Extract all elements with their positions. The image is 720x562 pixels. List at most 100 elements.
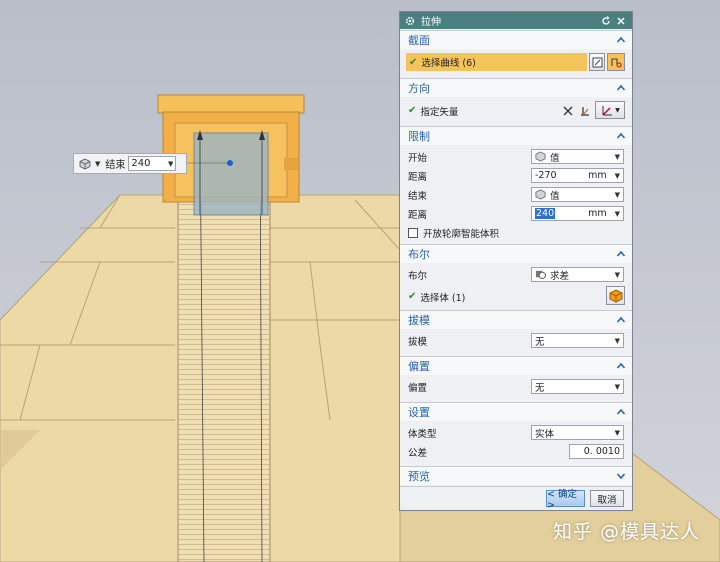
offset-select[interactable]: 无 ▼ [531, 379, 624, 394]
chevron-up-icon[interactable] [616, 249, 626, 259]
body-type-select[interactable]: 实体 ▼ [531, 425, 624, 440]
draft-header[interactable]: 拔模 [400, 310, 632, 329]
specify-vector-row[interactable]: ✔ 指定矢量 [408, 102, 626, 119]
chevron-down-icon: ▼ [614, 270, 620, 279]
distance2-input[interactable]: 240 mm ▼ [531, 206, 624, 221]
section-group: 截面 ✔ 选择曲线 (6) [400, 30, 632, 82]
cube-icon [535, 189, 546, 200]
boolean-value: 求差 [550, 270, 570, 282]
tolerance-value: 0. 0010 [583, 446, 620, 457]
start-select[interactable]: 值 ▼ [531, 149, 624, 164]
limits-title: 限制 [408, 130, 430, 143]
section-title: 截面 [408, 34, 430, 47]
chevron-down-icon: ▼ [614, 190, 620, 199]
subtract-icon [535, 270, 546, 280]
offset-title: 偏置 [408, 360, 430, 373]
curve-icon [611, 58, 622, 68]
check-icon: ✔ [408, 291, 417, 302]
direction-header[interactable]: 方向 [400, 78, 632, 97]
select-body-button[interactable] [606, 286, 625, 305]
chevron-up-icon[interactable] [616, 131, 626, 141]
boolean-title: 布尔 [408, 248, 430, 261]
distance2-unit: mm [588, 208, 607, 219]
check-icon: ✔ [408, 105, 417, 116]
chevron-up-icon[interactable] [616, 83, 626, 93]
preview-group: 预览 [400, 466, 632, 486]
float-value-field[interactable]: 240 ▼ [128, 156, 177, 171]
float-value: 240 [131, 158, 151, 169]
tolerance-input[interactable]: 0. 0010 [569, 444, 624, 459]
reverse-direction-button[interactable] [560, 102, 576, 119]
sketch-icon [592, 57, 602, 67]
offset-header[interactable]: 偏置 [400, 356, 632, 375]
chevron-down-icon: ▼ [614, 209, 620, 218]
section-header[interactable]: 截面 [400, 30, 632, 49]
settings-group: 设置 体类型 实体 ▼ 公差 0. 0010 [400, 402, 632, 464]
dialog-title: 拉伸 [421, 17, 441, 28]
end-value: 值 [550, 190, 560, 202]
cancel-button[interactable]: 取消 [590, 490, 624, 507]
preview-title: 预览 [408, 470, 430, 483]
limits-header[interactable]: 限制 [400, 126, 632, 145]
chevron-down-icon: ▼ [615, 106, 620, 114]
distance1-unit: mm [588, 170, 607, 181]
direction-title: 方向 [408, 82, 430, 95]
curve-button[interactable] [607, 53, 625, 71]
open-profile-checkbox[interactable] [408, 227, 418, 238]
dialog-titlebar[interactable]: 拉伸 [400, 12, 632, 29]
settings-title: 设置 [408, 406, 430, 419]
select-body-row[interactable]: ✔ 选择体 (1) [408, 288, 626, 305]
chevron-down-icon[interactable]: ▼ [168, 160, 173, 168]
boolean-group: 布尔 布尔 求差 ▼ ✔ 选择体 (1) [400, 244, 632, 314]
vector-icon [581, 106, 589, 116]
distance1-value: -270 [535, 170, 557, 181]
solid-body-icon [609, 288, 622, 303]
preview-header[interactable]: 预览 [400, 466, 632, 485]
offset-value: 无 [535, 382, 545, 394]
chevron-down-icon[interactable]: ▼ [95, 160, 100, 168]
gear-icon [405, 16, 415, 26]
end-distance-handle-input[interactable]: ▼ 结束 240 ▼ [73, 153, 187, 174]
cube-icon[interactable] [78, 157, 92, 171]
close-icon[interactable] [615, 15, 627, 27]
extrude-dialog: 拉伸 截面 ✔ 选择曲线 (6) 方向 ✔ 指定矢量 ▼ 限制 开始 值 ▼ 距… [399, 11, 633, 511]
chevron-up-icon[interactable] [616, 35, 626, 45]
draft-title: 拔模 [408, 314, 430, 327]
ok-button[interactable]: < 确定 > [546, 489, 585, 511]
chevron-down-icon: ▼ [614, 428, 620, 437]
start-value: 值 [550, 152, 560, 164]
body-type-value: 实体 [535, 428, 555, 440]
watermark: 知乎 @模具达人 [552, 521, 700, 543]
settings-header[interactable]: 设置 [400, 402, 632, 421]
chevron-up-icon[interactable] [616, 407, 626, 417]
limits-group: 限制 开始 值 ▼ 距离 -270 mm ▼ 结束 值 ▼ 距离 240 mm … [400, 126, 632, 250]
axis-vector-icon [602, 106, 613, 116]
sketch-section-button[interactable] [589, 53, 605, 71]
distance1-input[interactable]: -270 mm ▼ [531, 168, 624, 183]
boolean-select[interactable]: 求差 ▼ [531, 267, 624, 282]
cube-icon [535, 151, 546, 162]
chevron-down-icon: ▼ [614, 152, 620, 161]
float-label: 结束 [105, 160, 126, 171]
open-profile-label: 开放轮廓智能体积 [423, 228, 500, 240]
footer-divider [400, 486, 632, 487]
chevron-down-icon: ▼ [614, 171, 620, 180]
check-icon: ✔ [409, 56, 418, 68]
chevron-down-icon: ▼ [614, 382, 620, 391]
open-profile-row[interactable]: 开放轮廓智能体积 [408, 224, 626, 241]
vector-dialog-button[interactable] [577, 102, 593, 119]
chevron-down-icon[interactable] [616, 471, 626, 481]
chevron-up-icon[interactable] [616, 361, 626, 371]
select-curve-label: 选择曲线 (6) [421, 58, 476, 69]
vector-type-dropdown[interactable]: ▼ [595, 101, 625, 119]
draft-value: 无 [535, 336, 545, 348]
draft-select[interactable]: 无 ▼ [531, 333, 624, 348]
select-body-label: 选择体 (1) [420, 292, 466, 304]
chevron-up-icon[interactable] [616, 315, 626, 325]
boolean-header[interactable]: 布尔 [400, 244, 632, 263]
distance2-value: 240 [535, 208, 556, 219]
reset-icon[interactable] [600, 15, 612, 27]
select-curve-row[interactable]: ✔ 选择曲线 (6) [406, 53, 587, 71]
end-select[interactable]: 值 ▼ [531, 187, 624, 202]
chevron-down-icon: ▼ [614, 336, 620, 345]
